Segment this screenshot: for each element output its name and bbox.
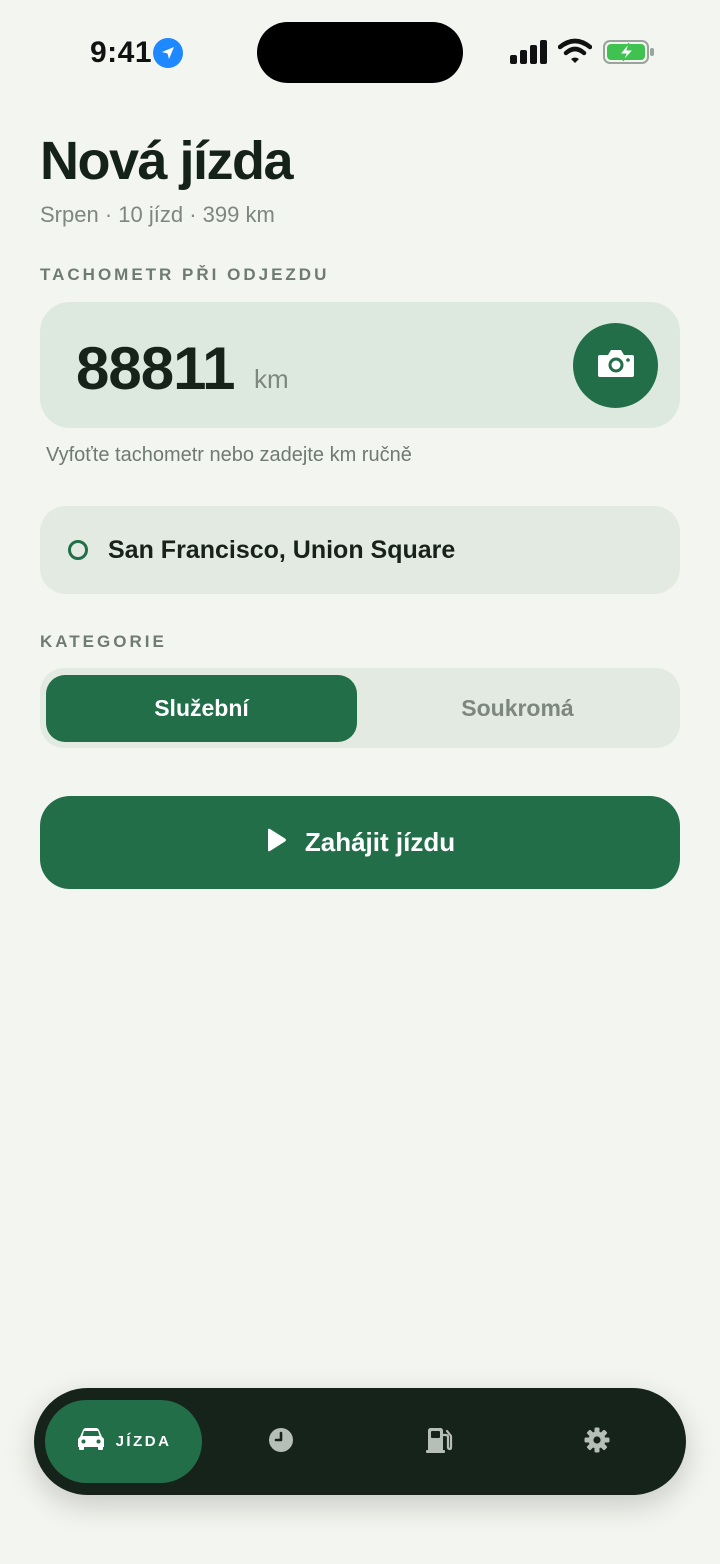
battery-charging-icon [603, 40, 655, 64]
odometer-card[interactable]: 88811 km [40, 302, 680, 428]
start-trip-label: Zahájit jízdu [304, 827, 456, 857]
nav-item-trip[interactable]: JÍZDA [45, 1400, 202, 1483]
start-location-field[interactable]: San Francisco, Union Square [40, 506, 680, 594]
play-icon [265, 828, 287, 857]
nav-item-trip-label: JÍZDA [115, 1433, 172, 1450]
category-segmented-control: Služební Soukromá [40, 668, 680, 748]
start-location-value: San Francisco, Union Square [108, 535, 456, 564]
category-option-business[interactable]: Služební [46, 675, 357, 742]
cellular-signal-icon [510, 40, 548, 64]
nav-item-settings[interactable] [581, 1426, 613, 1458]
clock-icon [268, 1427, 294, 1458]
page-subtitle: Srpen · 10 jízd · 399 km [40, 202, 275, 227]
gear-icon [584, 1427, 610, 1458]
car-icon [76, 1427, 106, 1456]
dynamic-island [257, 22, 463, 83]
location-dot-icon [68, 540, 88, 560]
start-trip-button[interactable]: Zahájit jízdu [40, 796, 680, 889]
wifi-icon [557, 38, 593, 64]
odometer-hint: Vyfoťte tachometr nebo zadejte km ručně [46, 444, 412, 466]
page-title: Nová jízda [40, 131, 294, 191]
nav-item-history[interactable] [265, 1426, 297, 1458]
fuel-icon [425, 1426, 453, 1459]
category-option-private[interactable]: Soukromá [362, 675, 673, 742]
bottom-nav: JÍZDA [34, 1388, 686, 1495]
status-bar: 9:41 [0, 0, 720, 100]
odometer-unit: km [254, 364, 289, 394]
nav-item-fuel[interactable] [423, 1426, 455, 1458]
screen: 9:41 Nová jízda Srpen · 10 jízd · 399 km… [0, 0, 720, 1564]
camera-button[interactable] [573, 323, 658, 408]
category-section-label: KATEGORIE [40, 632, 167, 651]
status-time: 9:41 [90, 36, 153, 69]
camera-icon [596, 347, 636, 384]
odometer-section-label: TACHOMETR PŘI ODJEZDU [40, 265, 330, 284]
odometer-value[interactable]: 88811 [76, 334, 236, 403]
location-arrow-icon [153, 38, 183, 68]
